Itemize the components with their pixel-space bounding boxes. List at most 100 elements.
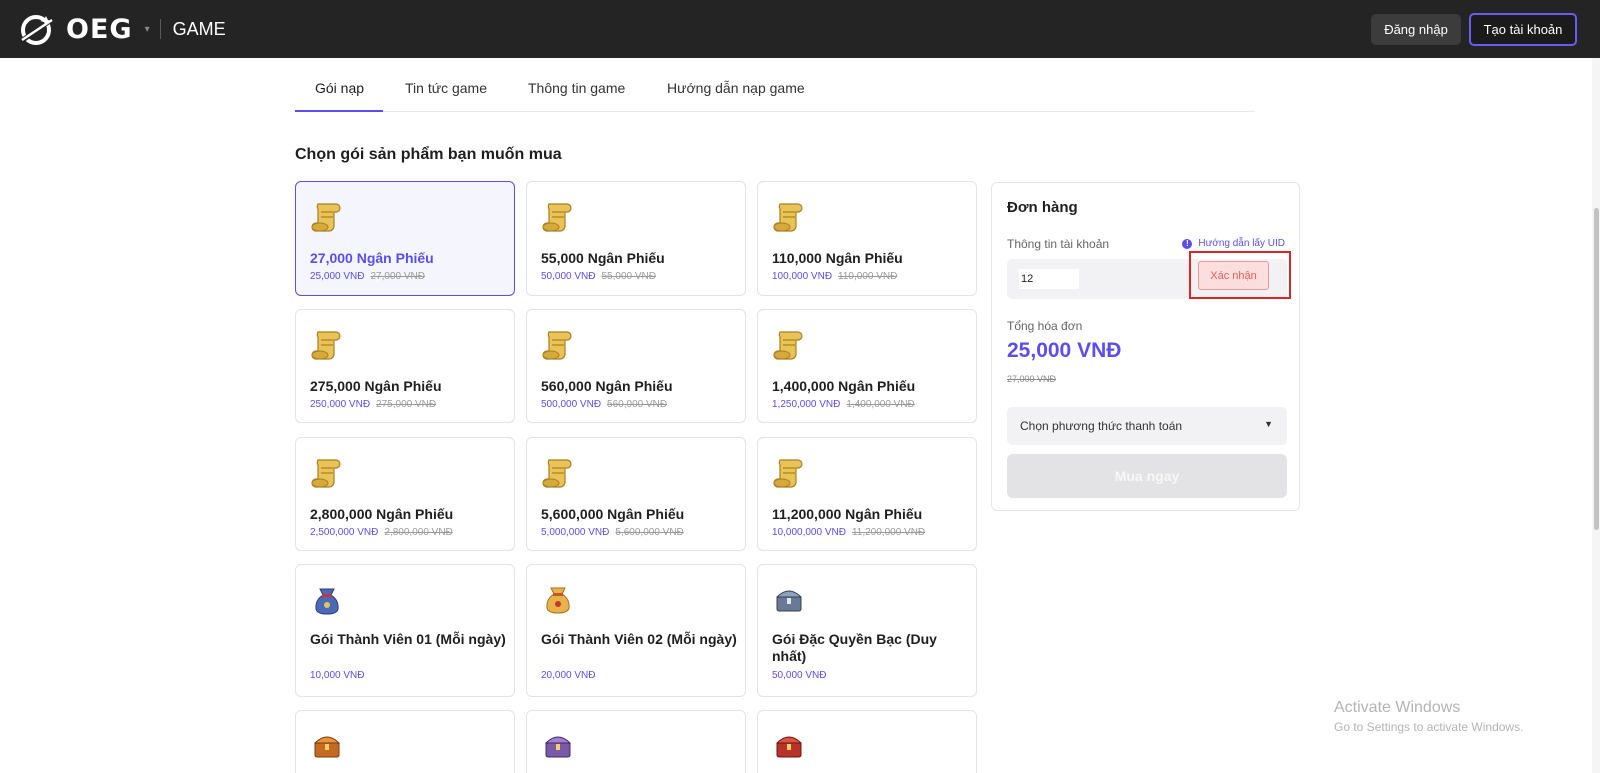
uid-help-link[interactable]: ! Hướng dẫn lấy UID: [1182, 238, 1285, 249]
tab-tin-tuc-game[interactable]: Tin tức game: [405, 80, 487, 96]
chevron-down-icon[interactable]: ▾: [145, 24, 150, 35]
top-navbar: OEG ▾ GAME Đăng nhập Tạo tài khoản: [0, 0, 1600, 58]
product-card[interactable]: 275,000 Ngân Phiếu 250,000 VNĐ 275,000 VNĐ: [295, 309, 515, 423]
product-name: 11,200,000 Ngân Phiếu: [772, 506, 923, 522]
product-card[interactable]: 2,800,000 Ngân Phiếu 2,500,000 VNĐ 2,800,0…: [295, 437, 515, 551]
product-original-price: 110,000 VNĐ: [838, 271, 898, 282]
uid-input[interactable]: [1019, 269, 1079, 289]
product-price: 250,000 VNĐ: [310, 399, 371, 410]
product-card[interactable]: 27,000 Ngân Phiếu 25,000 VNĐ 27,000 VNĐ: [295, 181, 515, 296]
product-prices: 50,000 VNĐ 55,000 VNĐ: [541, 271, 656, 282]
product-original-price: 55,000 VNĐ: [601, 271, 656, 282]
product-card[interactable]: [526, 710, 746, 773]
product-name: Gói Đặc Quyền Bạc (Duy nhất): [772, 631, 937, 664]
product-price: 10,000 VNĐ: [310, 670, 365, 681]
product-name: 27,000 Ngân Phiếu: [310, 250, 434, 266]
section-label: GAME: [172, 18, 226, 39]
login-button[interactable]: Đăng nhập: [1371, 14, 1461, 45]
product-name: 1,400,000 Ngân Phiếu: [772, 378, 916, 394]
info-icon: !: [1182, 238, 1193, 249]
brand-logo[interactable]: OEG ▾ GAME: [16, 12, 226, 46]
section-title: Chọn gói sản phẩm bạn muốn mua: [295, 146, 562, 163]
tab-bar: Gói nạp Tin tức game Thông tin game Hướn…: [295, 74, 1255, 112]
product-price: 50,000 VNĐ: [541, 271, 596, 282]
product-prices: 100,000 VNĐ 110,000 VNĐ: [772, 271, 897, 282]
product-prices: 1,250,000 VNĐ 1,400,000 VNĐ: [772, 399, 915, 410]
product-card[interactable]: [295, 710, 515, 773]
scroll-icon: [772, 328, 806, 362]
scroll-icon: [772, 456, 806, 490]
purple-chest-icon: [541, 729, 575, 763]
oeg-logo-icon: [18, 15, 56, 45]
product-price: 20,000 VNĐ: [541, 670, 596, 681]
tab-huong-dan-nap-game[interactable]: Hướng dẫn nạp game: [667, 80, 805, 96]
brand-name: OEG: [66, 13, 133, 45]
product-card[interactable]: 55,000 Ngân Phiếu 50,000 VNĐ 55,000 VNĐ: [526, 181, 746, 296]
product-prices: 20,000 VNĐ: [541, 670, 595, 681]
account-info-label: Thông tin tài khoản: [1007, 237, 1110, 251]
product-card[interactable]: Gói Đặc Quyền Bạc (Duy nhất) 50,000 VNĐ: [757, 564, 977, 697]
total-amount: 25,000 VNĐ: [1007, 339, 1122, 362]
total-label: Tổng hóa đơn: [1007, 319, 1083, 333]
product-card[interactable]: 5,600,000 Ngân Phiếu 5,000,000 VNĐ 5,600,0…: [526, 437, 746, 551]
tab-goi-nap[interactable]: Gói nạp: [315, 80, 364, 96]
product-original-price: 275,000 VNĐ: [376, 399, 437, 410]
activation-watermark-subtitle: Go to Settings to activate Windows.: [1334, 720, 1524, 734]
product-name: 560,000 Ngân Phiếu: [541, 378, 673, 394]
product-prices: 500,000 VNĐ 560,000 VNĐ: [541, 399, 667, 410]
scroll-icon: [541, 456, 575, 490]
product-card[interactable]: 1,400,000 Ngân Phiếu 1,250,000 VNĐ 1,400,0…: [757, 309, 977, 423]
product-card[interactable]: 11,200,000 Ngân Phiếu 10,000,000 VNĐ 11,20…: [757, 437, 977, 551]
scroll-icon: [772, 200, 806, 234]
product-prices: 2,500,000 VNĐ 2,800,000 VNĐ: [310, 527, 453, 538]
product-card[interactable]: 560,000 Ngân Phiếu 500,000 VNĐ 560,000 VNĐ: [526, 309, 746, 423]
scrollbar-thumb[interactable]: [1594, 208, 1599, 530]
product-original-price: 2,800,000 VNĐ: [384, 527, 453, 538]
product-card[interactable]: Gói Thành Viên 02 (Mỗi ngày) 20,000 VNĐ: [526, 564, 746, 697]
header-divider: [159, 19, 161, 39]
active-tab-indicator: [295, 110, 383, 112]
tab-thong-tin-game[interactable]: Thông tin game: [528, 80, 625, 96]
product-prices: 10,000 VNĐ: [310, 670, 364, 681]
product-name: Gói Thành Viên 02 (Mỗi ngày): [541, 631, 737, 647]
silver-chest-icon: [772, 583, 806, 617]
product-card[interactable]: Gói Thành Viên 01 (Mỗi ngày) 10,000 VNĐ: [295, 564, 515, 697]
gold-chest-icon: [310, 729, 344, 763]
product-name: 275,000 Ngân Phiếu: [310, 378, 442, 394]
product-price: 25,000 VNĐ: [310, 271, 365, 282]
product-prices: 5,000,000 VNĐ 5,600,000 VNĐ: [541, 527, 684, 538]
gold-pouch-icon: [541, 583, 575, 617]
highlight-box: [1189, 251, 1291, 299]
blue-pouch-icon: [310, 583, 344, 617]
total-original-price: 27,000 VNĐ: [1007, 374, 1057, 384]
product-prices: 250,000 VNĐ 275,000 VNĐ: [310, 399, 436, 410]
product-price: 10,000,000 VNĐ: [772, 527, 846, 538]
payment-method-select[interactable]: Chọn phương thức thanh toán ▼: [1007, 407, 1287, 445]
payment-method-placeholder: Chọn phương thức thanh toán: [1020, 419, 1183, 433]
product-original-price: 27,000 VNĐ: [370, 271, 425, 282]
product-name: 2,800,000 Ngân Phiếu: [310, 506, 454, 522]
product-name: Gói Thành Viên 01 (Mỗi ngày): [310, 631, 506, 647]
product-price: 50,000 VNĐ: [772, 670, 827, 681]
scroll-icon: [310, 328, 344, 362]
product-card[interactable]: 110,000 Ngân Phiếu 100,000 VNĐ 110,000 VNĐ: [757, 181, 977, 296]
scroll-icon: [541, 200, 575, 234]
product-name: 110,000 Ngân Phiếu: [772, 250, 903, 266]
product-prices: 10,000,000 VNĐ 11,200,000 VNĐ: [772, 527, 925, 538]
uid-help-text: Hướng dẫn lấy UID: [1198, 238, 1285, 249]
product-price: 2,500,000 VNĐ: [310, 527, 379, 538]
caret-down-icon: ▼: [1264, 419, 1273, 429]
order-panel: Đơn hàng Thông tin tài khoản ! Hướng dẫn…: [991, 182, 1300, 511]
scroll-icon: [541, 328, 575, 362]
buy-now-button[interactable]: Mua ngay: [1007, 454, 1287, 498]
product-card[interactable]: [757, 710, 977, 773]
product-name: 5,600,000 Ngân Phiếu: [541, 506, 685, 522]
product-original-price: 560,000 VNĐ: [607, 399, 668, 410]
scroll-icon: [310, 200, 344, 234]
product-original-price: 5,600,000 VNĐ: [615, 527, 684, 538]
scroll-icon: [310, 456, 344, 490]
product-name: 55,000 Ngân Phiếu: [541, 250, 665, 266]
product-price: 1,250,000 VNĐ: [772, 399, 841, 410]
register-button[interactable]: Tạo tài khoản: [1469, 13, 1577, 46]
product-prices: 50,000 VNĐ: [772, 670, 826, 681]
